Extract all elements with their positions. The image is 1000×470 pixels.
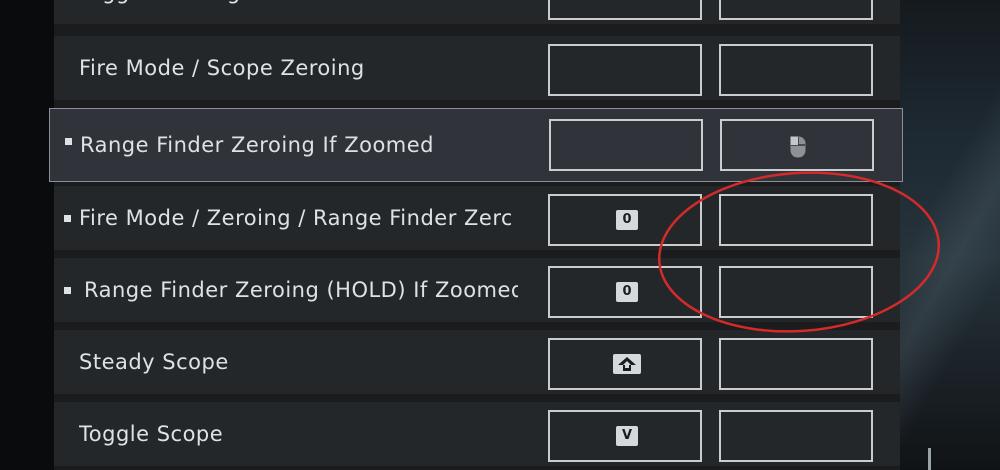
row-label: Toggle Flashligh	[79, 0, 513, 24]
scrollbar-thumb[interactable]	[928, 448, 931, 470]
shift-arrow-icon	[613, 354, 641, 374]
row-label: Fire Mode / Scope Zeroing	[79, 56, 365, 80]
secondary-key-slot[interactable]	[719, 0, 873, 20]
keycap-v: V	[616, 426, 638, 446]
keybinding-row-toggle-scope[interactable]: Toggle Scope V	[54, 402, 900, 466]
secondary-key-slot[interactable]	[719, 44, 873, 96]
primary-key-slot[interactable]: 0	[548, 194, 702, 246]
keybinding-row-fire-mode-zeroing-range-finder[interactable]: Fire Mode / Zeroing / Range Finder Zerc …	[54, 186, 900, 250]
secondary-key-slot[interactable]	[719, 410, 873, 462]
keycap-0: 0	[616, 282, 638, 302]
primary-key-slot[interactable]	[548, 44, 702, 96]
primary-key-slot[interactable]: V	[548, 410, 702, 462]
primary-key-slot[interactable]	[548, 338, 702, 390]
primary-key-slot[interactable]	[548, 0, 702, 20]
row-label: Fire Mode / Zeroing / Range Finder Zerc	[79, 206, 511, 230]
keybinding-row-range-finder-zeroing-hold[interactable]: Range Finder Zeroing (HOLD) If Zoomed 0	[54, 258, 900, 322]
bullet-icon	[64, 287, 71, 294]
keybinding-row-fire-mode-scope-zeroing[interactable]: Fire Mode / Scope Zeroing	[54, 36, 900, 100]
row-label: Range Finder Zeroing (HOLD) If Zoomed	[84, 278, 518, 302]
bullet-icon	[65, 138, 72, 145]
secondary-key-slot[interactable]	[719, 266, 873, 318]
keybinding-row-steady-scope[interactable]: Steady Scope	[54, 330, 900, 394]
primary-key-slot[interactable]	[549, 119, 703, 171]
keybinding-row-toggle-flashlight[interactable]: Toggle Flashligh	[54, 0, 900, 24]
background-left	[0, 0, 55, 470]
row-label: Steady Scope	[79, 350, 229, 374]
primary-key-slot[interactable]: 0	[548, 266, 702, 318]
keybinding-row-range-finder-zeroing[interactable]: Range Finder Zeroing If Zoomed	[49, 108, 903, 182]
keycap-0: 0	[616, 210, 638, 230]
secondary-key-slot[interactable]	[719, 338, 873, 390]
row-label: Range Finder Zeroing If Zoomed	[80, 133, 435, 157]
mouse-icon	[790, 136, 806, 158]
bullet-icon	[64, 215, 71, 222]
secondary-key-slot[interactable]	[719, 194, 873, 246]
keybinding-list: Toggle Flashligh Fire Mode / Scope Zeroi…	[49, 0, 903, 470]
secondary-key-slot[interactable]	[720, 119, 874, 171]
row-label: Toggle Scope	[79, 422, 224, 446]
background-light	[900, 0, 1000, 470]
